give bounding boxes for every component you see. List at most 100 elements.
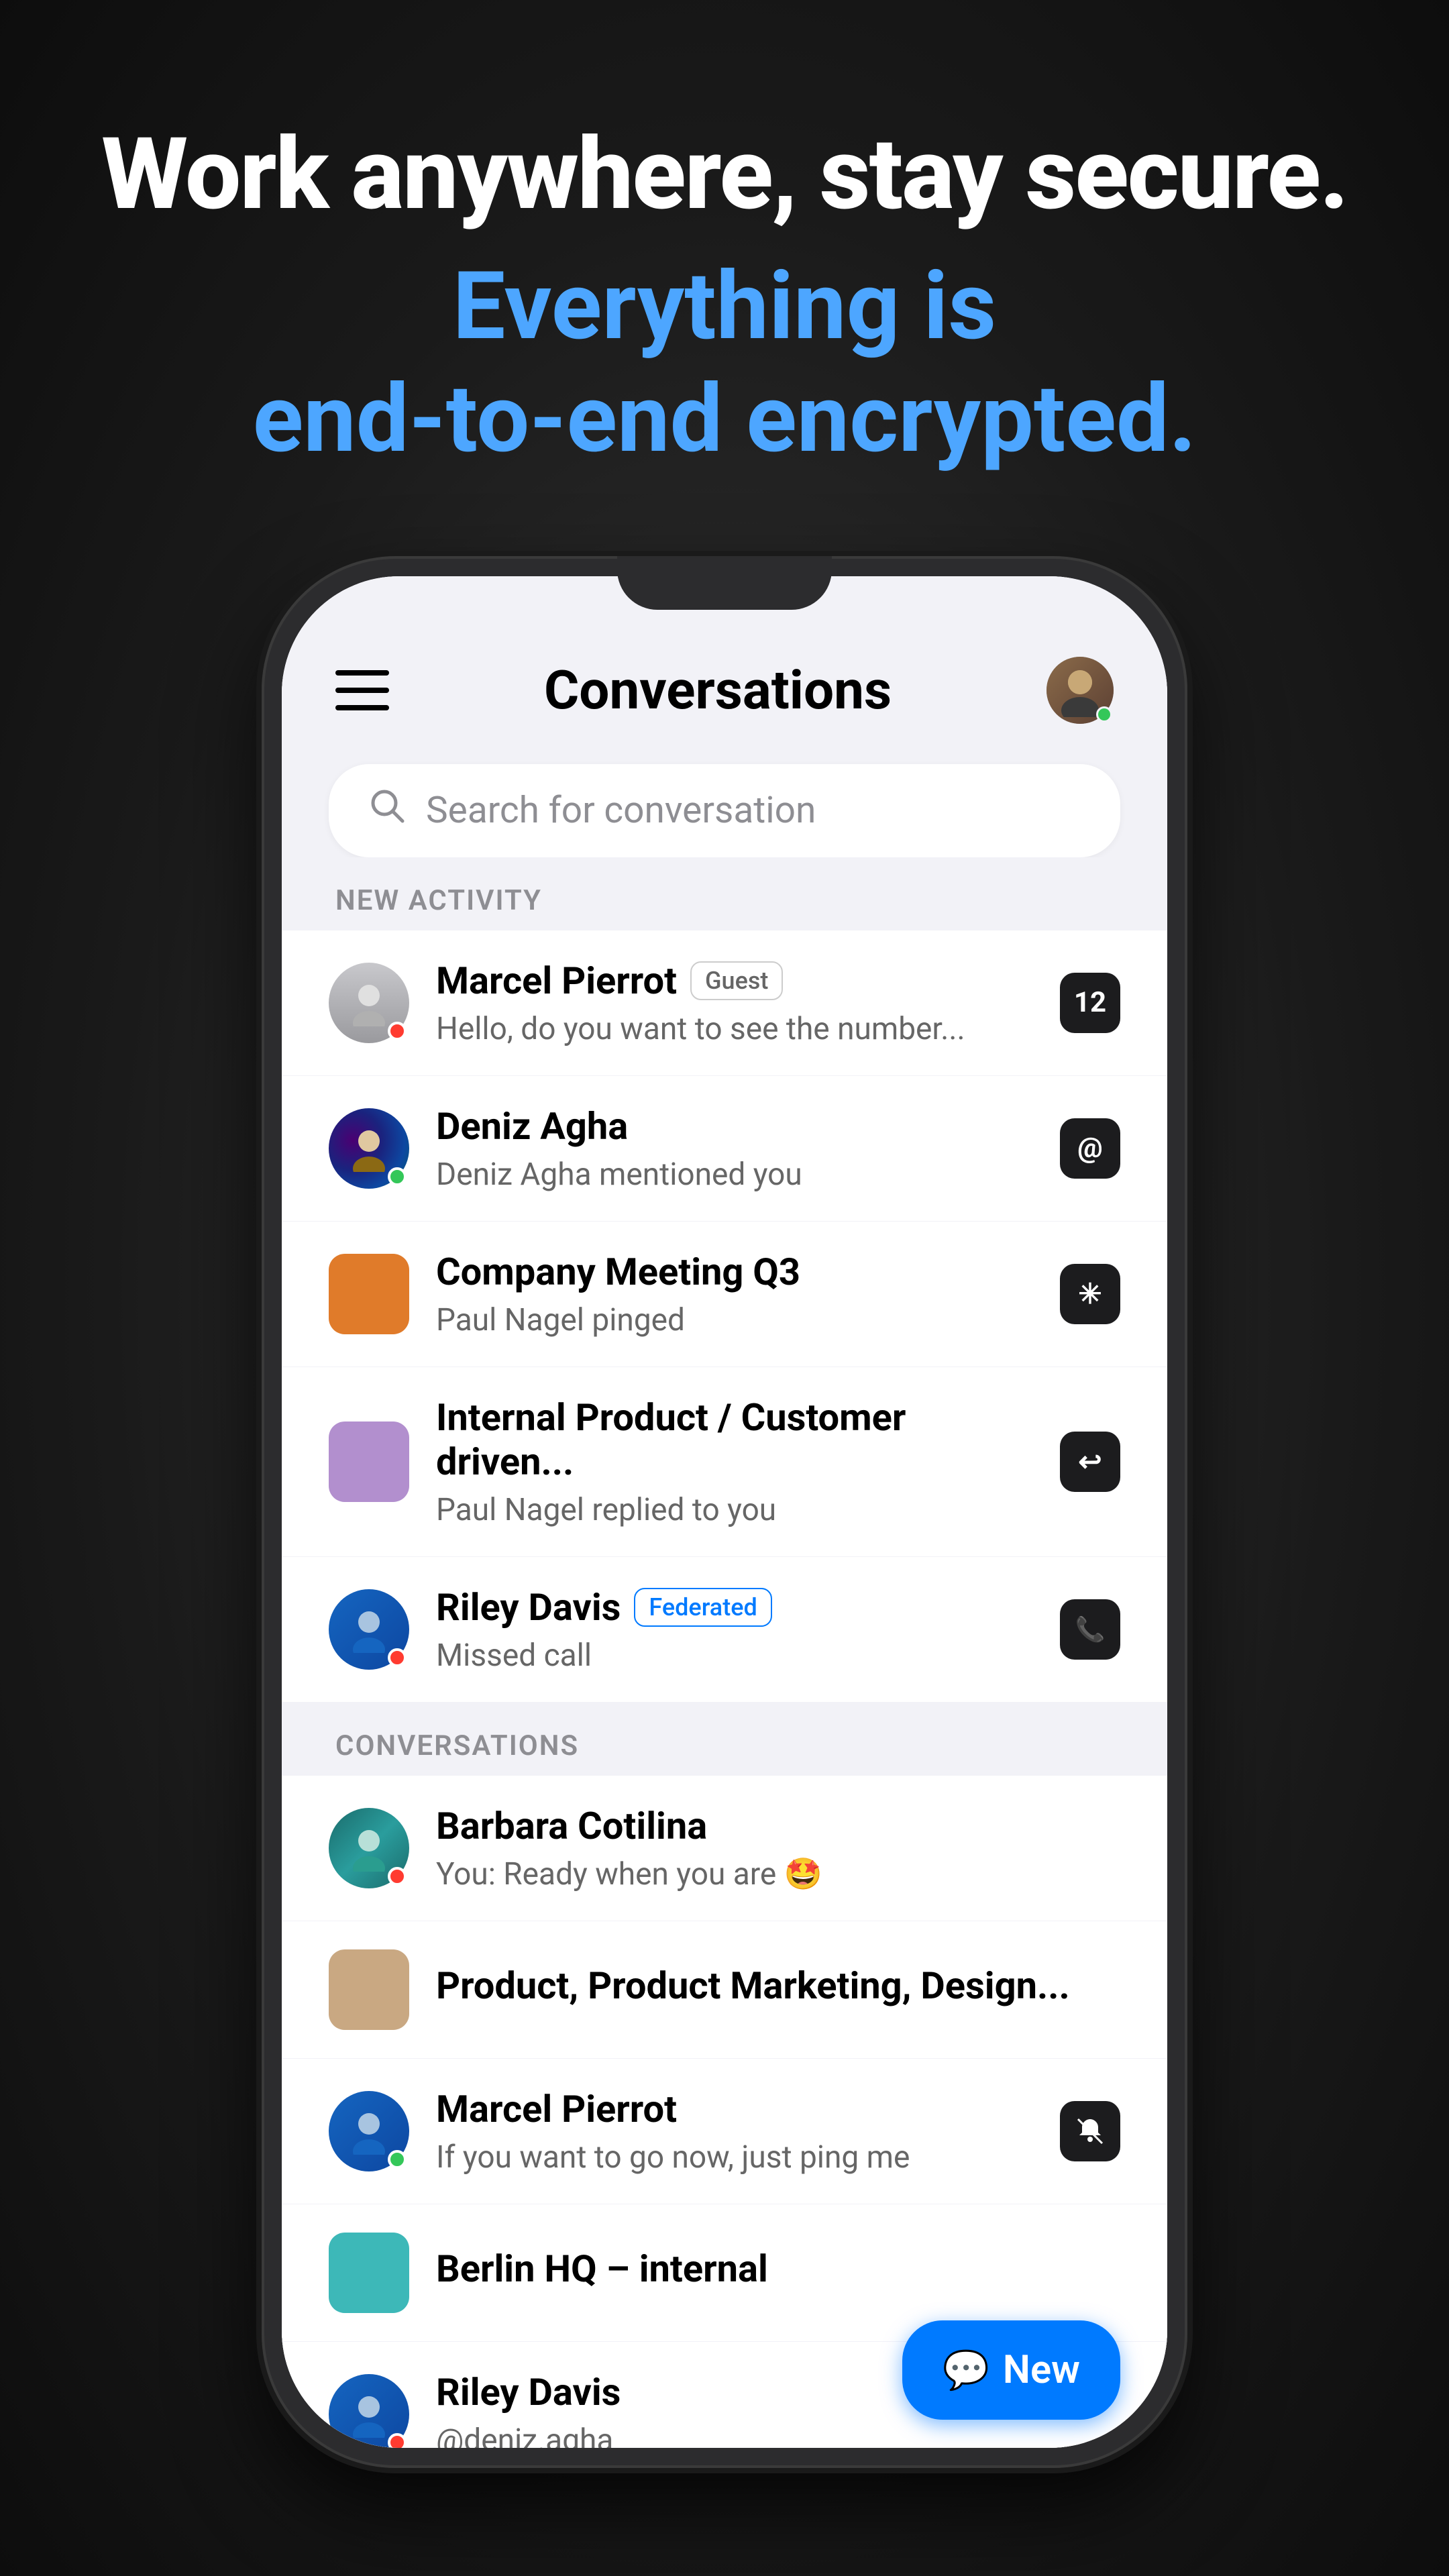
conv-name: Deniz Agha [436,1104,628,1148]
list-item[interactable]: Company Meeting Q3 Paul Nagel pinged ✳ [282,1222,1167,1367]
avatar [329,1808,409,1888]
phone-screen: Conversations [282,576,1167,2448]
conv-name-row: Berlin HQ – internal [436,2247,1120,2291]
conv-name: Barbara Cotilina [436,1804,707,1848]
headline-main: Work anywhere, stay secure. [101,121,1348,230]
conv-details: Marcel Pierrot Guest Hello, do you want … [436,959,1033,1047]
badge-federated: Federated [634,1588,771,1627]
conv-name-row: Deniz Agha [436,1104,1033,1148]
conversations-list: Barbara Cotilina You: Ready when you are… [282,1776,1167,2448]
list-item[interactable]: Internal Product / Customer driven... Pa… [282,1367,1167,1557]
search-placeholder: Search for conversation [426,789,816,832]
conv-name-row: Internal Product / Customer driven... [436,1395,1033,1484]
search-bar[interactable]: Search for conversation [329,764,1120,857]
conv-name-row: Product, Product Marketing, Design... [436,1964,1120,2008]
conv-name-row: Marcel Pierrot Guest [436,959,1033,1003]
avatar [329,1949,409,2030]
conversations-label: CONVERSATIONS [335,1729,579,1762]
conv-preview: You: Ready when you are 🤩 [436,1856,1120,1892]
conv-name: Company Meeting Q3 [436,1250,800,1294]
list-item[interactable]: Riley Davis @deniz.agha 💬 New [282,2342,1167,2448]
list-item[interactable]: Marcel Pierrot If you want to go now, ju… [282,2059,1167,2204]
conv-preview: Paul Nagel replied to you [436,1492,1033,1528]
conv-details: Berlin HQ – internal [436,2247,1120,2299]
badge-guest: Guest [690,961,783,1000]
status-dot-online [388,1167,407,1186]
avatar [329,1421,409,1502]
headline-sub-line1: Everything is [453,252,997,362]
page-title: Conversations [544,659,892,722]
avatar [329,2091,409,2171]
user-avatar-header[interactable] [1046,657,1114,724]
conv-details: Riley Davis Federated Missed call [436,1585,1033,1674]
status-dot-busy [388,1867,407,1886]
menu-line-3 [335,705,389,710]
conv-details: Deniz Agha Deniz Agha mentioned you [436,1104,1033,1193]
headline-sub-line2: end-to-end encrypted. [253,364,1197,474]
reply-badge: ↩ [1060,1432,1120,1492]
status-dot-online [388,2150,407,2169]
scroll-area: NEW ACTIVITY [282,857,1167,2448]
conv-name-row: Barbara Cotilina [436,1804,1120,1848]
conv-preview: Paul Nagel pinged [436,1302,1033,1338]
conversations-header: CONVERSATIONS [282,1703,1167,1776]
conv-name: Berlin HQ – internal [436,2247,768,2291]
menu-line-2 [335,688,389,693]
avatar [329,1108,409,1189]
conv-name: Internal Product / Customer driven... [436,1395,1033,1484]
app-content: Conversations [282,576,1167,2448]
avatar [329,2374,409,2448]
menu-line-1 [335,670,389,676]
conv-name: Marcel Pierrot [436,959,677,1003]
avatar [329,1254,409,1334]
search-icon [369,788,406,834]
conv-details: Marcel Pierrot If you want to go now, ju… [436,2087,1033,2176]
conv-name: Riley Davis [436,1585,621,1629]
avatar [329,2233,409,2313]
conv-preview: @deniz.agha [436,2422,1120,2448]
conv-preview: Hello, do you want to see the number... [436,1011,1033,1047]
menu-button[interactable] [335,670,389,710]
conv-details: Barbara Cotilina You: Ready when you are… [436,1804,1120,1892]
conv-name: Riley Davis [436,2370,621,2414]
unread-badge: 12 [1060,973,1120,1033]
conv-name-row: Marcel Pierrot [436,2087,1033,2131]
list-item[interactable]: Marcel Pierrot Guest Hello, do you want … [282,930,1167,1076]
list-item[interactable]: Riley Davis Federated Missed call 📞 [282,1557,1167,1703]
new-activity-header: NEW ACTIVITY [282,857,1167,930]
conv-name: Marcel Pierrot [436,2087,677,2131]
star-badge: ✳ [1060,1264,1120,1324]
avatar-img [329,1421,409,1502]
avatar-img [329,1254,409,1334]
avatar-img [329,2233,409,2313]
phone-frame: Conversations [262,556,1187,2468]
call-badge: 📞 [1060,1599,1120,1660]
new-activity-label: NEW ACTIVITY [335,884,542,917]
new-conversation-button[interactable]: 💬 New [902,2320,1120,2420]
conv-details: Company Meeting Q3 Paul Nagel pinged [436,1250,1033,1338]
new-conversation-icon: 💬 [943,2348,989,2392]
conv-details: Internal Product / Customer driven... Pa… [436,1395,1033,1528]
avatar [329,1589,409,1670]
conv-name-row: Riley Davis Federated [436,1585,1033,1629]
conv-name: Product, Product Marketing, Design... [436,1964,1070,2008]
mute-badge [1060,2101,1120,2161]
status-dot-busy [388,1648,407,1667]
mention-badge: @ [1060,1118,1120,1179]
list-item[interactable]: Product, Product Marketing, Design... [282,1921,1167,2059]
new-activity-list: Marcel Pierrot Guest Hello, do you want … [282,930,1167,1703]
list-item[interactable]: Deniz Agha Deniz Agha mentioned you @ [282,1076,1167,1222]
new-conversation-label: New [1003,2347,1080,2393]
status-dot-busy [388,2433,407,2448]
conv-name-row: Company Meeting Q3 [436,1250,1033,1294]
avatar-img [329,1949,409,2030]
list-item[interactable]: Barbara Cotilina You: Ready when you are… [282,1776,1167,1921]
conv-preview: Deniz Agha mentioned you [436,1157,1033,1193]
user-online-status [1096,706,1112,722]
headline-sub: Everything is end-to-end encrypted. [101,250,1348,476]
conv-details: Product, Product Marketing, Design... [436,1964,1120,2016]
conv-preview: Missed call [436,1638,1033,1674]
status-dot-busy [388,1022,407,1040]
conv-preview: If you want to go now, just ping me [436,2139,1033,2176]
phone-notch [617,556,832,610]
